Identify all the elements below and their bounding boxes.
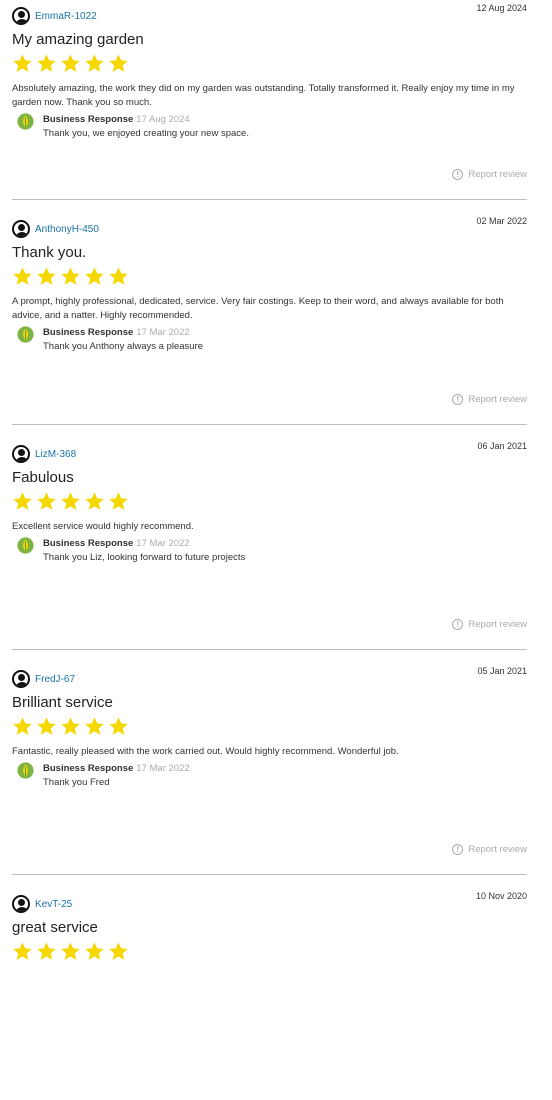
- review-title: great service: [12, 919, 98, 936]
- star-icon: [108, 266, 129, 287]
- info-icon: !: [452, 619, 464, 630]
- star-icon: [36, 53, 57, 74]
- star-icon: [84, 266, 105, 287]
- star-icon: [36, 941, 57, 962]
- review-text: Excellent service would highly recommend…: [12, 521, 194, 532]
- reviewer-name[interactable]: EmmaR-1022: [35, 11, 97, 22]
- business-logo-icon: [17, 762, 34, 779]
- review-card: KevT-25 10 Nov 2020 great service: [12, 888, 527, 1100]
- response-label: Business Response: [43, 114, 134, 125]
- star-icon: [108, 716, 129, 737]
- user-avatar-icon: [12, 220, 30, 238]
- star-icon: [84, 941, 105, 962]
- star-rating: [12, 266, 527, 288]
- reviewer-name[interactable]: KevT-25: [35, 899, 72, 910]
- response-label: Business Response: [43, 763, 134, 774]
- info-icon: !: [452, 169, 464, 180]
- response-date: 17 Mar 2022: [136, 763, 190, 774]
- star-icon: [36, 491, 57, 512]
- reviewer-name[interactable]: LizM-368: [35, 449, 76, 460]
- star-icon: [108, 941, 129, 962]
- user-avatar-icon: [12, 895, 30, 913]
- review-text: Absolutely amazing, the work they did on…: [12, 83, 515, 108]
- star-icon: [84, 53, 105, 74]
- report-review-label: Report review: [468, 619, 527, 630]
- review-list: EmmaR-1022 12 Aug 2024 My amazing garden…: [0, 0, 552, 1100]
- business-logo-icon: [17, 326, 34, 343]
- star-rating: [12, 491, 527, 513]
- review-card: EmmaR-1022 12 Aug 2024 My amazing garden…: [12, 0, 527, 200]
- report-review-label: Report review: [468, 394, 527, 405]
- review-date: 10 Nov 2020: [475, 891, 527, 901]
- response-text: Thank you Anthony always a pleasure: [43, 341, 204, 352]
- report-review-link[interactable]: ! Report review: [452, 844, 527, 855]
- star-icon: [84, 716, 105, 737]
- response-text: Thank you Liz, looking forward to future…: [43, 552, 246, 563]
- review-title: Fabulous: [12, 469, 74, 486]
- business-logo-icon: [17, 113, 34, 130]
- star-icon: [12, 716, 33, 737]
- review-text: A prompt, highly professional, dedicated…: [12, 296, 504, 321]
- response-date: 17 Mar 2022: [136, 538, 190, 549]
- reviewer-name[interactable]: FredJ-67: [35, 674, 75, 685]
- review-date: 02 Mar 2022: [476, 216, 527, 226]
- star-rating: [12, 53, 527, 75]
- review-text: Fantastic, really pleased with the work …: [12, 746, 399, 757]
- star-rating: [12, 941, 527, 963]
- star-icon: [36, 266, 57, 287]
- star-icon: [60, 266, 81, 287]
- response-text: Thank you, we enjoyed creating your new …: [43, 128, 249, 139]
- star-icon: [84, 491, 105, 512]
- response-text: Thank you Fred: [43, 777, 110, 788]
- star-icon: [12, 53, 33, 74]
- star-icon: [60, 941, 81, 962]
- business-logo-icon: [17, 537, 34, 554]
- info-icon: !: [452, 844, 464, 855]
- report-review-link[interactable]: ! Report review: [452, 394, 527, 405]
- review-date: 05 Jan 2021: [477, 666, 527, 676]
- review-card: FredJ-67 05 Jan 2021 Brilliant service F…: [12, 663, 527, 875]
- response-date: 17 Mar 2022: [136, 327, 190, 338]
- response-label: Business Response: [43, 327, 134, 338]
- user-avatar-icon: [12, 7, 30, 25]
- star-icon: [60, 716, 81, 737]
- review-title: Thank you.: [12, 244, 87, 261]
- report-review-link[interactable]: ! Report review: [452, 619, 527, 630]
- reviewer-name[interactable]: AnthonyH-450: [35, 224, 99, 235]
- business-response: Business Response 17 Mar 2022 Thank you A…: [17, 326, 527, 354]
- review-card: AnthonyH-450 02 Mar 2022 Thank you. A pr…: [12, 213, 527, 425]
- star-icon: [60, 53, 81, 74]
- report-review-link[interactable]: ! Report review: [452, 169, 527, 180]
- review-title: My amazing garden: [12, 31, 144, 48]
- business-response: Business Response 17 Mar 2022 Thank you L…: [17, 537, 527, 565]
- star-icon: [12, 941, 33, 962]
- star-icon: [108, 53, 129, 74]
- user-avatar-icon: [12, 445, 30, 463]
- user-avatar-icon: [12, 670, 30, 688]
- star-icon: [12, 266, 33, 287]
- report-review-label: Report review: [468, 169, 527, 180]
- report-review-label: Report review: [468, 844, 527, 855]
- business-response: Business Response 17 Aug 2024 Thank you, …: [17, 113, 527, 141]
- star-icon: [36, 716, 57, 737]
- star-rating: [12, 716, 527, 738]
- info-icon: !: [452, 394, 464, 405]
- response-label: Business Response: [43, 538, 134, 549]
- business-response: Business Response 17 Mar 2022 Thank you F…: [17, 762, 527, 790]
- review-date: 12 Aug 2024: [476, 3, 527, 13]
- review-card: LizM-368 06 Jan 2021 Fabulous Excellent …: [12, 438, 527, 650]
- star-icon: [12, 491, 33, 512]
- star-icon: [108, 491, 129, 512]
- star-icon: [60, 491, 81, 512]
- response-date: 17 Aug 2024: [136, 114, 190, 125]
- review-title: Brilliant service: [12, 694, 113, 711]
- review-date: 06 Jan 2021: [477, 441, 527, 451]
